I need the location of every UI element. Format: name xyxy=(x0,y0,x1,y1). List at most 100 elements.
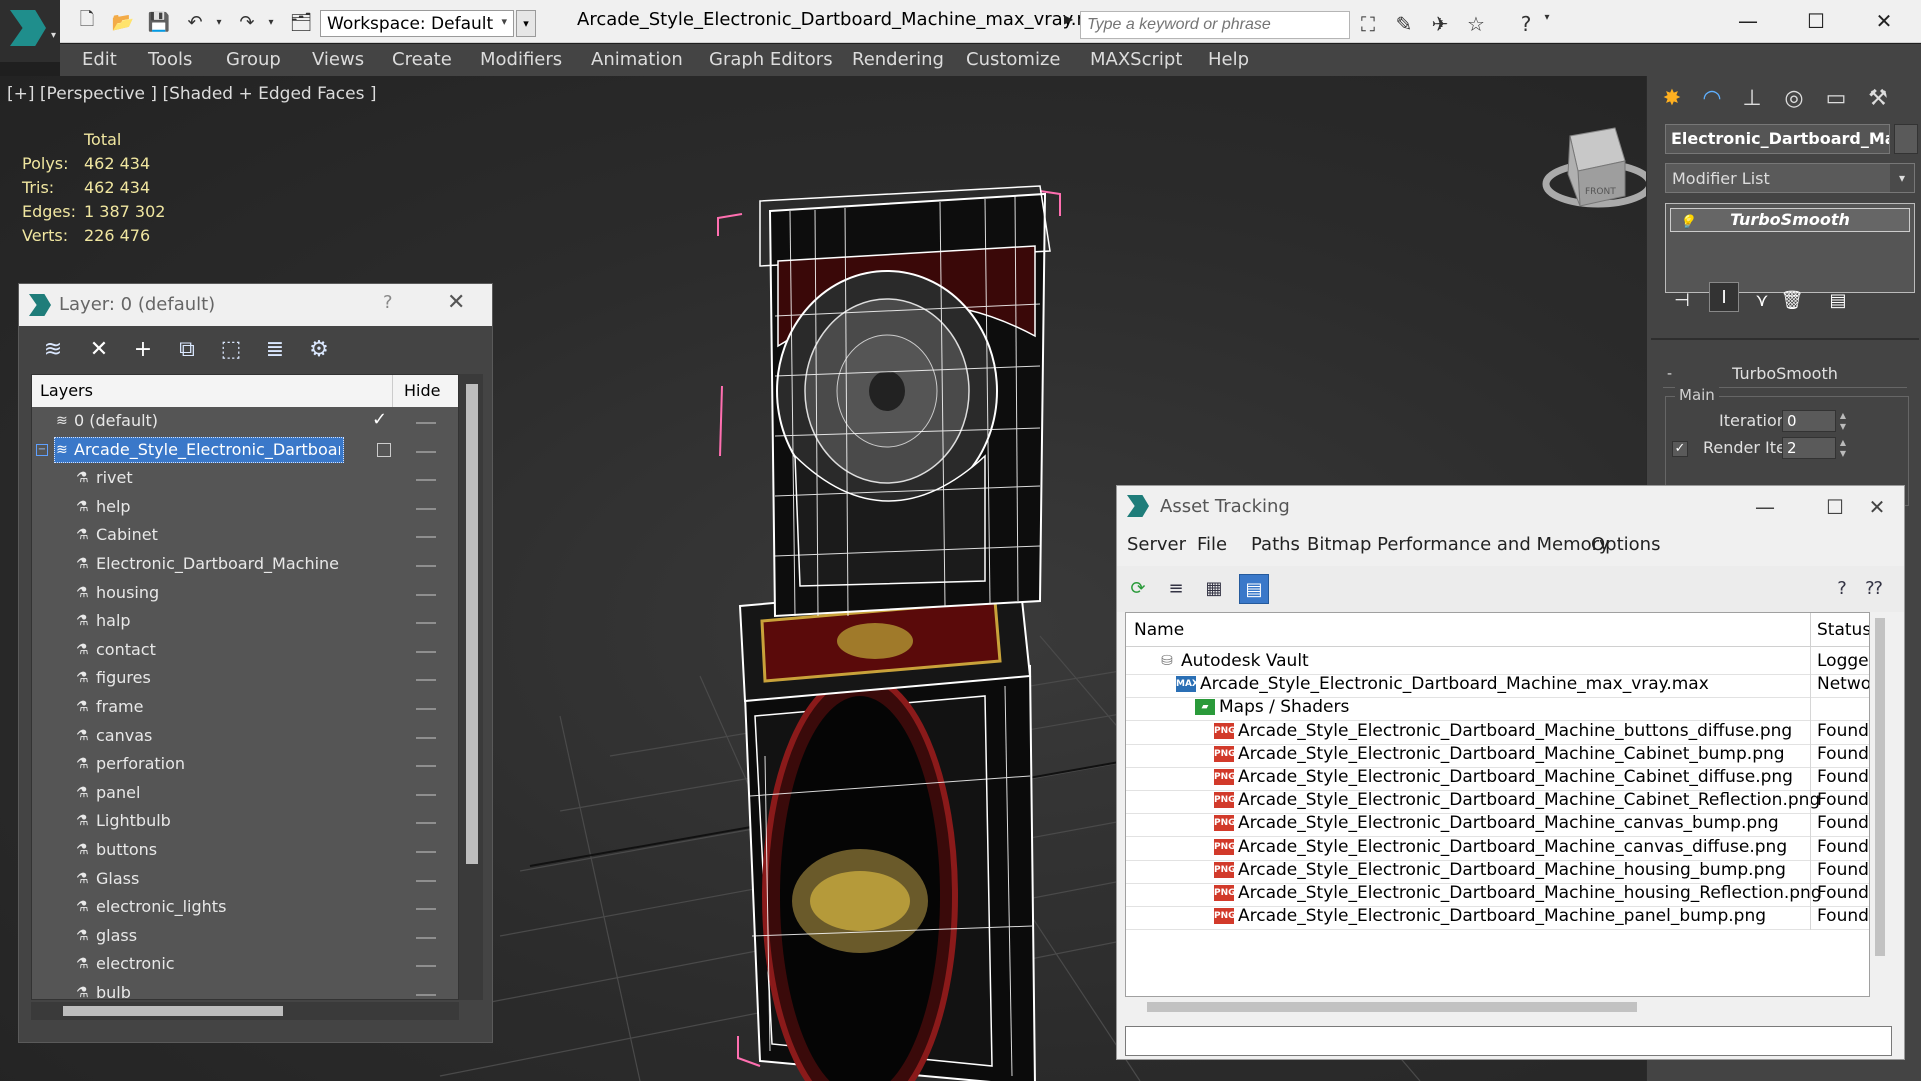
hide-toggle[interactable] xyxy=(416,450,436,453)
help-icon[interactable]: ? xyxy=(1827,574,1857,604)
iterations-input[interactable]: 0 xyxy=(1782,410,1836,432)
layer-panel-titlebar[interactable]: Layer: 0 (default) ? ✕ xyxy=(19,284,492,326)
help-icon[interactable]: ? xyxy=(1512,12,1540,38)
search-input[interactable] xyxy=(1080,11,1350,39)
layer-object-row[interactable]: ⚗ Electronic_Dartboard_Machine xyxy=(32,550,458,578)
column-header-hide[interactable]: Hide xyxy=(404,381,440,400)
layer-object-row[interactable]: ⚗ glass xyxy=(32,922,458,950)
menu-graph-editors[interactable]: Graph Editors xyxy=(709,49,833,70)
hide-toggle[interactable] xyxy=(416,879,436,882)
help-button[interactable]: ? xyxy=(383,292,393,313)
display-tab-icon[interactable]: ▭ xyxy=(1819,82,1853,116)
hide-toggle[interactable] xyxy=(416,650,436,653)
layer-object-row[interactable]: ⚗ bulb xyxy=(32,979,458,999)
scroll-thumb[interactable] xyxy=(63,1006,283,1016)
undo-icon[interactable]: ↶ xyxy=(182,10,208,34)
column-header-name[interactable]: Name xyxy=(1134,620,1184,640)
layer-object-row[interactable]: ⚗ contact xyxy=(32,636,458,664)
sign-in-icon[interactable]: ✈ xyxy=(1426,12,1454,38)
viewport-label[interactable]: [+] [Perspective ] [Shaded + Edged Faces… xyxy=(7,84,376,104)
rollout-title[interactable]: TurboSmooth xyxy=(1663,364,1907,388)
hide-toggle[interactable] xyxy=(416,565,436,567)
modifier-stack-item[interactable]: 💡 TurboSmooth xyxy=(1670,208,1910,232)
menu-tools[interactable]: Tools xyxy=(148,49,192,70)
open-file-icon[interactable]: 📂 xyxy=(110,10,136,34)
column-header-layers[interactable]: Layers xyxy=(40,381,93,400)
minimize-icon[interactable]: — xyxy=(1718,4,1778,38)
layer-object-row[interactable]: ⚗ electronic_lights xyxy=(32,893,458,921)
hide-toggle[interactable] xyxy=(416,708,436,710)
menu-animation[interactable]: Animation xyxy=(591,49,683,70)
layer-object-row[interactable]: ⚗ panel xyxy=(32,779,458,807)
scroll-thumb[interactable] xyxy=(1147,1002,1637,1012)
layer-object-row[interactable]: ⚗ rivet xyxy=(32,464,458,492)
pin-stack-icon[interactable]: ⊣ xyxy=(1667,286,1697,316)
layer-horizontal-scrollbar[interactable] xyxy=(31,1002,459,1020)
iterations-spinner[interactable]: ▲ ▼ xyxy=(1837,410,1849,432)
modify-tab-icon[interactable]: ◠ xyxy=(1695,82,1729,116)
layer-row-default[interactable]: ≋ 0 (default) ✓ xyxy=(32,407,458,435)
collapse-toggle-icon[interactable]: − xyxy=(36,443,48,456)
workspace-more-button[interactable]: ▾ xyxy=(516,10,536,37)
minimize-icon[interactable]: — xyxy=(1737,490,1793,524)
asset-horizontal-scrollbar[interactable] xyxy=(1125,997,1870,1017)
hierarchy-tab-icon[interactable]: ⊥ xyxy=(1735,82,1769,116)
menu-views[interactable]: Views xyxy=(312,49,364,70)
layer-object-row[interactable]: ⚗ electronic xyxy=(32,950,458,978)
hide-toggle[interactable] xyxy=(416,422,436,424)
hide-toggle[interactable] xyxy=(416,536,436,539)
menu-bitmap-performance[interactable]: Bitmap Performance and Memory xyxy=(1307,534,1610,555)
layer-object-row[interactable]: ⚗ housing xyxy=(32,579,458,607)
hide-toggle[interactable] xyxy=(416,822,436,825)
menu-modifiers[interactable]: Modifiers xyxy=(480,49,562,70)
close-icon[interactable]: ✕ xyxy=(1849,490,1905,524)
object-name-field[interactable]: Electronic_Dartboard_Machine xyxy=(1665,124,1890,154)
search-expand-icon[interactable]: ▶ xyxy=(1064,12,1078,36)
redo-icon[interactable]: ↷ xyxy=(234,10,260,34)
modifier-stack[interactable]: 💡 TurboSmooth xyxy=(1665,203,1915,293)
add-to-layer-icon[interactable]: ⧉ xyxy=(171,334,203,366)
menu-rendering[interactable]: Rendering xyxy=(852,49,944,70)
asset-vertical-scrollbar[interactable] xyxy=(1870,612,1892,997)
menu-edit[interactable]: Edit xyxy=(82,49,117,70)
show-end-result-icon[interactable]: I xyxy=(1709,282,1739,312)
render-iters-checkbox[interactable]: ✓ xyxy=(1672,441,1688,457)
layer-settings-icon[interactable]: ≋ xyxy=(37,334,69,366)
new-file-icon[interactable]: 🗋 xyxy=(74,9,100,34)
create-tab-icon[interactable]: ✸ xyxy=(1655,82,1689,116)
add-layer-icon[interactable]: + xyxy=(127,334,159,366)
thumbnail-view-icon[interactable]: ▦ xyxy=(1199,574,1229,604)
modifier-list-dropdown[interactable]: Modifier List ▾ xyxy=(1665,163,1915,193)
layer-object-row[interactable]: ⚗ halp xyxy=(32,607,458,635)
layer-row-selected[interactable]: − ≋ Arcade_Style_Electronic_Dartboard_Ma… xyxy=(32,436,458,464)
maximize-icon[interactable]: ☐ xyxy=(1786,4,1846,38)
menu-help[interactable]: Help xyxy=(1208,49,1249,70)
column-header-status[interactable]: Status xyxy=(1817,620,1869,640)
layer-object-row[interactable]: ⚗ Lightbulb xyxy=(32,807,458,835)
layer-object-row[interactable]: ⚗ buttons xyxy=(32,836,458,864)
menu-options[interactable]: Options xyxy=(1591,534,1660,555)
hide-toggle[interactable] xyxy=(416,936,436,939)
layer-object-row[interactable]: ⚗ figures xyxy=(32,664,458,692)
help-dropdown-icon[interactable]: ▾ xyxy=(1540,12,1554,38)
hide-toggle[interactable] xyxy=(416,479,436,482)
asset-table[interactable]: Name Status ⛁ Autodesk Vault LoggedMAX A… xyxy=(1125,612,1870,997)
layer-object-row[interactable]: ⚗ help xyxy=(32,493,458,521)
hide-toggle[interactable] xyxy=(416,965,436,968)
layer-object-row[interactable]: ⚗ Cabinet xyxy=(32,521,458,549)
workspace-dropdown[interactable]: Workspace: Default ▾ xyxy=(320,10,514,37)
lightbulb-icon[interactable]: 💡 xyxy=(1679,212,1695,234)
layer-object-row[interactable]: ⚗ canvas xyxy=(32,722,458,750)
favorites-star-icon[interactable]: ☆ xyxy=(1462,12,1490,38)
scroll-thumb[interactable] xyxy=(1875,618,1885,956)
make-unique-icon[interactable]: ⋎ xyxy=(1747,286,1777,316)
project-folder-icon[interactable]: 🗂 xyxy=(288,10,314,34)
object-color-swatch[interactable] xyxy=(1894,124,1918,154)
app-menu-button[interactable]: ▾ xyxy=(0,0,60,62)
refresh-icon[interactable]: ⟳ xyxy=(1123,574,1153,604)
table-view-icon[interactable]: ▤ xyxy=(1239,574,1269,604)
menu-server[interactable]: Server xyxy=(1127,534,1186,555)
layer-object-row[interactable]: ⚗ perforation xyxy=(32,750,458,778)
hide-toggle[interactable] xyxy=(416,593,436,596)
hide-toggle[interactable] xyxy=(416,793,436,796)
